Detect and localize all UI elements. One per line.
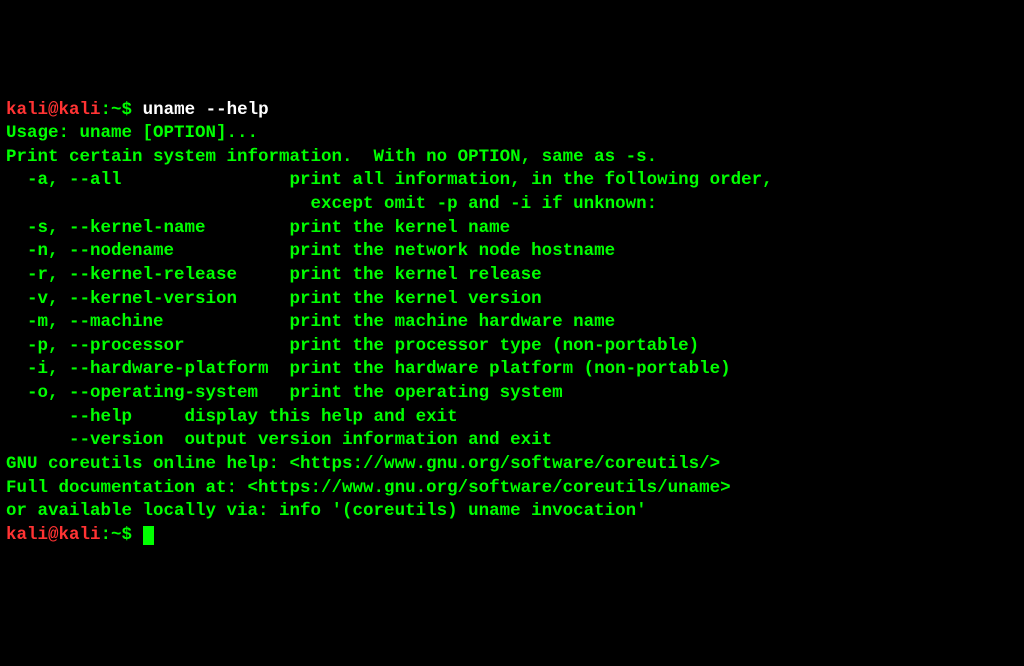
command-space [132,525,143,545]
prompt-dollar: $ [122,100,133,120]
output-line: -r, --kernel-release print the kernel re… [6,264,1018,288]
command-input [132,100,143,120]
output-line: -m, --machine print the machine hardware… [6,311,1018,335]
output-line: Full documentation at: <https://www.gnu.… [6,477,1018,501]
output-line: GNU coreutils online help: <https://www.… [6,453,1018,477]
output-line: --help display this help and exit [6,406,1018,430]
prompt-line-2: kali@kali:~$ [6,524,1018,548]
output-line: Usage: uname [OPTION]... [6,122,1018,146]
output-line: or available locally via: info '(coreuti… [6,500,1018,524]
command-text: uname --help [143,100,269,120]
output-line: Print certain system information. With n… [6,146,1018,170]
prompt-sep: : [101,100,112,120]
output-line: -i, --hardware-platform print the hardwa… [6,358,1018,382]
output-line: -o, --operating-system print the operati… [6,382,1018,406]
terminal[interactable]: kali@kali:~$ uname --helpUsage: uname [O… [6,99,1018,548]
prompt-user: kali@kali [6,100,101,120]
output-line: -v, --kernel-version print the kernel ve… [6,288,1018,312]
output-line: --version output version information and… [6,429,1018,453]
prompt-sep: : [101,525,112,545]
output-line: -s, --kernel-name print the kernel name [6,217,1018,241]
prompt-user: kali@kali [6,525,101,545]
output-line: -n, --nodename print the network node ho… [6,240,1018,264]
prompt-path: ~ [111,525,122,545]
prompt-line-1: kali@kali:~$ uname --help [6,99,1018,123]
output-line: except omit -p and -i if unknown: [6,193,1018,217]
prompt-path: ~ [111,100,122,120]
output-line: -p, --processor print the processor type… [6,335,1018,359]
prompt-dollar: $ [122,525,133,545]
cursor-icon [143,526,154,545]
output-line: -a, --all print all information, in the … [6,169,1018,193]
